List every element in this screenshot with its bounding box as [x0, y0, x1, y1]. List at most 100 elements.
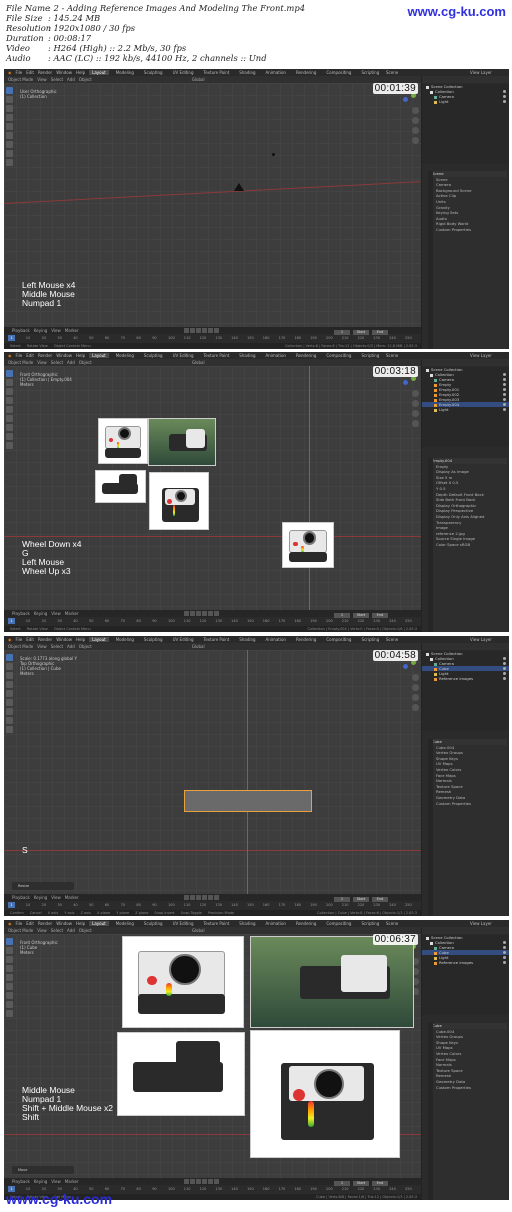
tab-workspace[interactable]: Texture Paint — [200, 637, 232, 642]
tab-workspace[interactable]: Scripting — [358, 70, 382, 75]
object-mode-dropdown[interactable]: Object Mode — [8, 928, 33, 933]
tab-workspace[interactable]: Shading — [236, 353, 258, 358]
tab-workspace[interactable]: Rendering — [293, 921, 319, 926]
camera-view-icon[interactable] — [412, 410, 419, 417]
properties-tabs[interactable] — [428, 1023, 433, 1200]
visibility-eye-icon[interactable] — [503, 383, 506, 386]
menu-render[interactable]: Render — [38, 70, 52, 75]
light-object[interactable] — [272, 153, 275, 156]
play-reverse-icon[interactable] — [196, 895, 201, 900]
timeline-ruler[interactable]: 0102030405060708090100110120130140150160… — [4, 335, 421, 341]
menu-edit[interactable]: Edit — [26, 921, 34, 926]
play-reverse-icon[interactable] — [196, 1179, 201, 1184]
tab-workspace[interactable]: Scripting — [358, 637, 382, 642]
visibility-eye-icon[interactable] — [503, 662, 506, 665]
tab-workspace[interactable]: Modeling — [113, 353, 137, 358]
scale-icon[interactable] — [6, 123, 13, 130]
visibility-eye-icon[interactable] — [503, 393, 506, 396]
next-key-icon[interactable] — [208, 1179, 213, 1184]
reference-image-34[interactable] — [149, 472, 209, 530]
tab-workspace[interactable]: Animation — [263, 637, 289, 642]
viewport-menu-item[interactable]: Select — [51, 77, 63, 82]
tab-workspace[interactable]: Texture Paint — [200, 353, 232, 358]
viewport-menu-item[interactable]: Add — [67, 360, 75, 365]
play-icon[interactable] — [202, 895, 207, 900]
tab-workspace[interactable]: Modeling — [113, 70, 137, 75]
3d-viewport[interactable]: Front Orthographic (1) Cube Meters Middle M… — [4, 934, 421, 1178]
annotate-icon[interactable] — [6, 141, 13, 148]
rotate-icon[interactable] — [6, 681, 13, 688]
transform-orientation-dropdown[interactable]: Global — [192, 360, 205, 365]
timeline-menu-item[interactable]: Keying — [34, 611, 47, 616]
tab-workspace[interactable]: Rendering — [293, 70, 319, 75]
timeline-menu-item[interactable]: Keying — [34, 1179, 47, 1184]
add-cube-icon[interactable] — [6, 1010, 13, 1017]
gizmo-axis-dot[interactable] — [403, 97, 408, 102]
move-icon[interactable] — [6, 672, 13, 679]
measure-icon[interactable] — [6, 150, 13, 157]
property-row[interactable]: Custom Properties — [428, 801, 507, 807]
playhead[interactable]: 1 — [8, 335, 15, 341]
viewport-menu-item[interactable]: Object — [79, 644, 92, 649]
menu-render[interactable]: Render — [38, 921, 52, 926]
annotate-icon[interactable] — [6, 992, 13, 999]
view-layer-selector[interactable]: View Layer — [470, 69, 492, 76]
gizmo-axis-dot[interactable] — [403, 380, 408, 385]
visibility-eye-icon[interactable] — [503, 95, 506, 98]
viewport-menu-item[interactable]: View — [37, 928, 47, 933]
transform-orientation-dropdown[interactable]: Global — [192, 77, 205, 82]
menu-edit[interactable]: Edit — [26, 70, 34, 75]
camera-object[interactable] — [234, 183, 244, 191]
tab-workspace[interactable]: Animation — [263, 353, 289, 358]
tab-workspace[interactable]: Compositing — [323, 70, 354, 75]
next-key-icon[interactable] — [208, 895, 213, 900]
measure-icon[interactable] — [6, 433, 13, 440]
transform-icon[interactable] — [6, 415, 13, 422]
menu-file[interactable]: File — [16, 353, 23, 358]
timeline-menu-item[interactable]: View — [51, 328, 61, 333]
timeline-ruler[interactable]: 0102030405060708090100110120130140150160… — [4, 618, 421, 624]
menu-help[interactable]: Help — [76, 70, 85, 75]
transform-icon[interactable] — [6, 983, 13, 990]
timeline-menu-item[interactable]: Marker — [65, 1179, 79, 1184]
property-row[interactable]: Custom Properties — [428, 1085, 507, 1091]
viewport-menu-item[interactable]: View — [37, 360, 47, 365]
menu-window[interactable]: Window — [56, 353, 72, 358]
timeline-menu-item[interactable]: Marker — [65, 611, 79, 616]
transform-icon[interactable] — [6, 132, 13, 139]
visibility-eye-icon[interactable] — [503, 403, 506, 406]
tab-workspace[interactable]: Sculpting — [141, 70, 166, 75]
visibility-eye-icon[interactable] — [503, 408, 506, 411]
blender-logo-icon[interactable]: ◉ — [8, 921, 12, 926]
tab-workspace[interactable]: Scripting — [358, 921, 382, 926]
jump-start-icon[interactable] — [184, 611, 189, 616]
timeline-ruler[interactable]: 0102030405060708090100110120130140150160… — [4, 902, 421, 908]
tab-workspace[interactable]: Rendering — [293, 637, 319, 642]
last-operator-panel[interactable]: Move — [12, 1166, 74, 1174]
timeline-menu-item[interactable]: Marker — [65, 895, 79, 900]
jump-end-icon[interactable] — [214, 328, 219, 333]
visibility-eye-icon[interactable] — [503, 941, 506, 944]
tab-workspace[interactable]: Layout — [89, 70, 109, 75]
timeline-menu-item[interactable]: View — [51, 895, 61, 900]
blender-logo-icon[interactable]: ◉ — [8, 353, 12, 358]
zoom-icon[interactable] — [412, 674, 419, 681]
visibility-eye-icon[interactable] — [503, 677, 506, 680]
visibility-eye-icon[interactable] — [503, 951, 506, 954]
tab-workspace[interactable]: Sculpting — [141, 921, 166, 926]
menu-window[interactable]: Window — [56, 921, 72, 926]
ortho-toggle-icon[interactable] — [412, 137, 419, 144]
move-icon[interactable] — [6, 956, 13, 963]
rotate-icon[interactable] — [6, 114, 13, 121]
play-icon[interactable] — [202, 328, 207, 333]
timeline-menu-item[interactable]: Marker — [65, 328, 79, 333]
3d-viewport[interactable]: Front Orthographic (1) Collection | Empty… — [4, 366, 421, 610]
play-reverse-icon[interactable] — [196, 611, 201, 616]
blender-logo-icon[interactable]: ◉ — [8, 637, 12, 642]
menu-help[interactable]: Help — [76, 921, 85, 926]
timeline-menu-item[interactable]: Playback — [12, 328, 30, 333]
reference-image-34[interactable] — [250, 1030, 400, 1158]
object-mode-dropdown[interactable]: Object Mode — [8, 77, 33, 82]
3d-viewport[interactable]: User Orthographic (1) Collection Left Mous… — [4, 83, 421, 327]
tab-workspace[interactable]: Layout — [89, 353, 109, 358]
